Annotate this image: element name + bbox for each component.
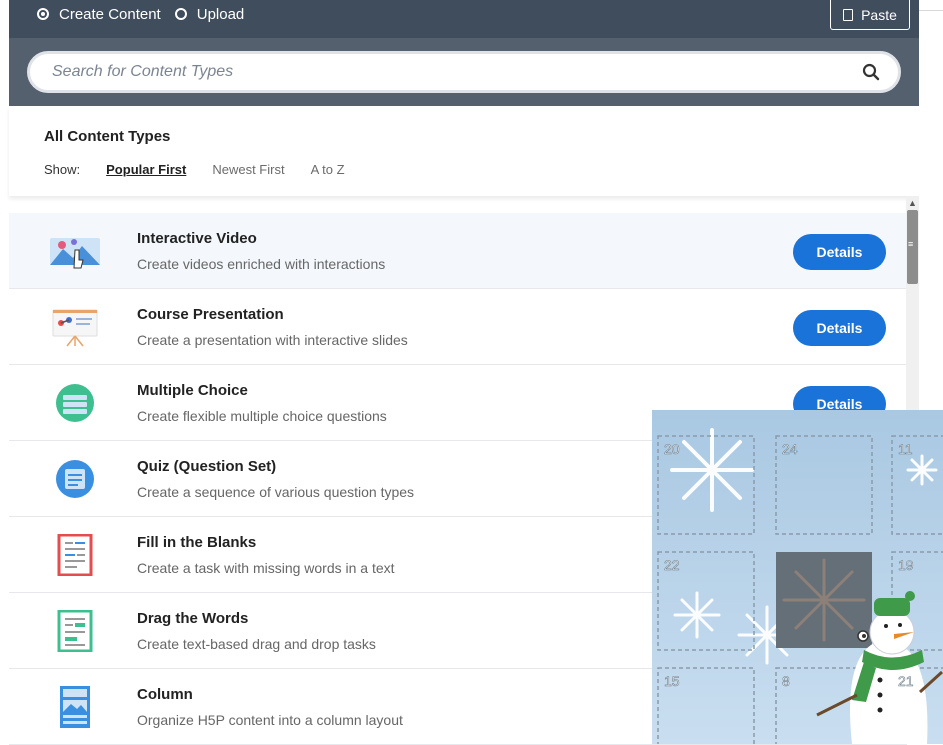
item-description: Create flexible multiple choice question…	[137, 408, 387, 424]
page-title: All Content Types	[44, 128, 171, 145]
advent-calendar-image: 20 24 11 22 19 15 8 21	[652, 410, 943, 744]
calendar-door-label: 8	[782, 673, 790, 689]
item-title: Column	[137, 686, 193, 703]
item-description: Create text-based drag and drop tasks	[137, 636, 376, 652]
column-icon	[60, 686, 90, 728]
paste-button[interactable]: Paste	[830, 0, 910, 30]
list-item[interactable]: Interactive Video Create videos enriched…	[9, 213, 907, 289]
list-header: All Content Types Show: Popular First Ne…	[9, 106, 919, 196]
item-title: Course Presentation	[137, 306, 284, 323]
radio-empty-icon	[174, 8, 187, 20]
item-title: Drag the Words	[137, 610, 249, 627]
tab-create-content[interactable]: Create Content	[37, 6, 161, 23]
tab-create-label: Create Content	[59, 5, 161, 23]
search-band: Search for Content Types	[9, 38, 919, 106]
sort-a-to-z[interactable]: A to Z	[311, 162, 345, 177]
item-title: Fill in the Blanks	[137, 534, 257, 551]
item-description: Create videos enriched with interactions	[137, 256, 386, 272]
scroll-up-icon[interactable]: ▲	[908, 198, 917, 208]
item-title: Quiz (Question Set)	[137, 458, 277, 475]
calendar-door-label: 15	[664, 673, 680, 689]
item-description: Create a sequence of various question ty…	[137, 484, 415, 500]
sort-popular-first[interactable]: Popular First	[106, 162, 186, 177]
tab-group: Create Content Upload	[37, 0, 244, 28]
interactive-video-icon	[50, 238, 100, 269]
tab-upload[interactable]: Upload	[174, 5, 245, 23]
drag-words-icon	[57, 610, 93, 652]
tab-upload-label: Upload	[196, 5, 245, 23]
search-input[interactable]: Search for Content Types	[27, 51, 901, 93]
fill-blanks-icon	[57, 534, 93, 576]
top-bar: Create Content Upload Paste	[9, 0, 919, 38]
details-button[interactable]: Details	[793, 234, 886, 270]
advent-calendar-preview: 20 24 11 22 19 15 8 21	[652, 410, 943, 744]
item-title: Multiple Choice	[137, 382, 248, 399]
quiz-icon	[56, 460, 94, 498]
clipboard-icon	[843, 8, 854, 21]
calendar-door-label: 22	[664, 557, 680, 573]
grip-icon: ≡	[908, 239, 914, 249]
show-label: Show:	[44, 162, 81, 177]
divider	[919, 10, 943, 11]
calendar-door-label: 21	[898, 673, 914, 689]
sort-options: Show: Popular First Newest First A to Z	[44, 162, 371, 177]
calendar-door-label: 20	[664, 441, 680, 457]
search-icon[interactable]	[862, 63, 880, 81]
calendar-door-label: 24	[782, 441, 798, 457]
multiple-choice-icon	[56, 384, 94, 422]
calendar-door-label: 19	[898, 557, 914, 573]
item-description: Create a presentation with interactive s…	[137, 332, 408, 348]
sort-newest-first[interactable]: Newest First	[212, 162, 284, 177]
course-presentation-icon	[52, 309, 98, 347]
paste-label: Paste	[861, 6, 897, 23]
item-title: Interactive Video	[137, 230, 257, 247]
item-description: Create a task with missing words in a te…	[137, 560, 395, 576]
radio-selected-icon	[37, 8, 49, 20]
details-button[interactable]: Details	[793, 310, 886, 346]
search-placeholder: Search for Content Types	[52, 63, 234, 80]
list-item[interactable]: Course Presentation Create a presentatio…	[9, 289, 907, 365]
calendar-door-label: 11	[898, 441, 913, 457]
scrollbar-thumb[interactable]: ≡	[907, 210, 918, 284]
item-description: Organize H5P content into a column layou…	[137, 712, 403, 728]
